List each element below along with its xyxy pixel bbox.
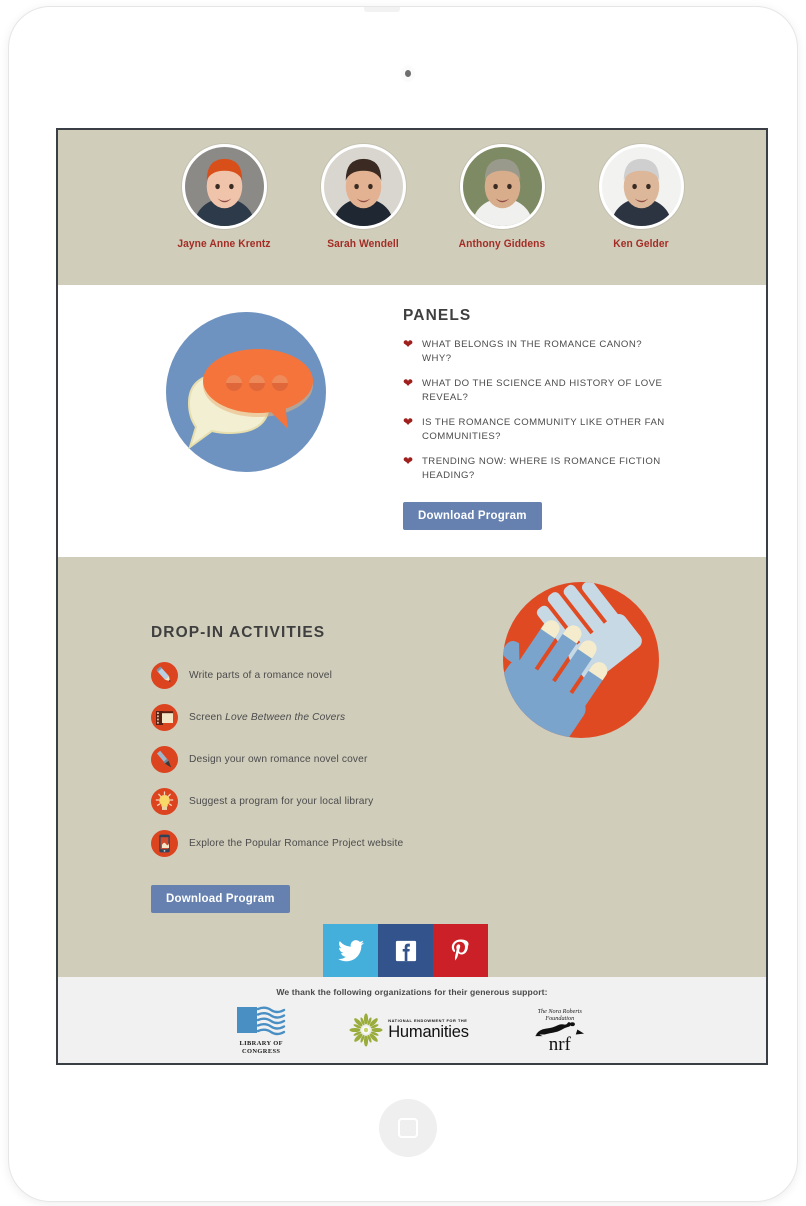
panels-list: ❤ WHAT BELONGS IN THE ROMANCE CANON? WHY?… xyxy=(403,338,733,483)
activity-label: Suggest a program for your local library xyxy=(189,795,374,807)
activity-label: Write parts of a romance novel xyxy=(189,669,333,681)
sponsor-nora-roberts-foundation[interactable]: The Nora Roberts Foundation nrf xyxy=(531,1007,589,1055)
panel-item-label: TRENDING NOW: WHERE IS ROMANCE FICTION H… xyxy=(422,456,661,481)
loc-line-2: CONGRESS xyxy=(242,1047,281,1055)
facebook-button[interactable] xyxy=(378,924,433,977)
tablet-frame: Jayne Anne Krentz Sarah Wendell Anthony Gi… xyxy=(8,6,798,1202)
activity-label: Design your own romance novel cover xyxy=(189,753,368,765)
activities-list: Write parts of a romance novel Screen Lov… xyxy=(151,654,481,864)
panel-item-label: WHAT BELONGS IN THE ROMANCE CANON? WHY? xyxy=(422,339,642,364)
portrait-photo xyxy=(601,147,681,226)
footer-thanks-text: We thank the following organizations for… xyxy=(276,987,548,997)
loc-line-1: LIBRARY OF xyxy=(239,1040,283,1047)
library-of-congress-logo xyxy=(237,1006,286,1036)
tablet-notch xyxy=(364,7,400,12)
panel-item-label: WHAT DO THE SCIENCE AND HISTORY OF LOVE … xyxy=(422,378,663,403)
activity-list-item[interactable]: Design your own romance novel cover xyxy=(151,738,481,780)
speaker-card[interactable]: Jayne Anne Krentz xyxy=(149,144,299,250)
panel-list-item[interactable]: ❤ WHAT BELONGS IN THE ROMANCE CANON? WHY? xyxy=(403,338,733,366)
nrf-mark: nrf xyxy=(548,1033,571,1055)
pencil-icon xyxy=(151,661,178,689)
helping-hands-illustration xyxy=(503,582,659,738)
neh-starburst-logo xyxy=(349,1013,383,1047)
nrf-line-1: The Nora Roberts xyxy=(537,1007,582,1015)
activity-list-item[interactable]: Suggest a program for your local library xyxy=(151,780,481,822)
speaker-card[interactable]: Ken Gelder xyxy=(566,144,716,250)
speech-bubbles-illustration xyxy=(166,312,326,472)
activities-title: DROP-IN ACTIVITIES xyxy=(151,624,326,641)
panel-item-label: IS THE ROMANCE COMMUNITY LIKE OTHER FAN … xyxy=(422,417,665,442)
facebook-icon xyxy=(395,940,416,961)
activity-list-item[interactable]: Screen Love Between the Covers xyxy=(151,696,481,738)
browser-screen: Jayne Anne Krentz Sarah Wendell Anthony Gi… xyxy=(56,128,768,1065)
heart-bullet-icon: ❤ xyxy=(403,454,414,468)
paintbrush-icon xyxy=(151,745,178,773)
speaker-name: Sarah Wendell xyxy=(327,238,399,250)
download-program-button-activities[interactable]: Download Program xyxy=(151,885,290,913)
camera-dot-icon xyxy=(401,65,415,82)
panel-list-item[interactable]: ❤ IS THE ROMANCE COMMUNITY LIKE OTHER FAN… xyxy=(403,416,733,444)
sponsor-library-of-congress[interactable]: LIBRARY OF CONGRESS xyxy=(235,1005,287,1055)
speaker-name: Anthony Giddens xyxy=(458,238,546,250)
speaker-name: Jayne Anne Krentz xyxy=(177,238,271,250)
heart-bullet-icon: ❤ xyxy=(403,415,414,429)
pinterest-icon xyxy=(451,939,469,960)
avatar xyxy=(181,144,267,229)
panels-section: PANELS ❤ WHAT BELONGS IN THE ROMANCE CANO… xyxy=(58,285,766,557)
panel-list-item[interactable]: ❤ WHAT DO THE SCIENCE AND HISTORY OF LOVE… xyxy=(403,377,733,405)
avatar xyxy=(459,144,545,229)
download-program-button-panels[interactable]: Download Program xyxy=(403,502,542,530)
panels-title: PANELS xyxy=(403,307,472,324)
twitter-icon xyxy=(337,939,364,961)
home-square-icon xyxy=(398,1118,418,1138)
footer: We thank the following organizations for… xyxy=(58,977,766,1063)
home-button[interactable] xyxy=(379,1099,437,1157)
portrait-photo xyxy=(462,147,542,226)
speaker-card[interactable]: Anthony Giddens xyxy=(427,144,577,250)
film-strip-icon xyxy=(151,703,178,731)
panel-list-item[interactable]: ❤ TRENDING NOW: WHERE IS ROMANCE FICTION … xyxy=(403,455,733,483)
sponsor-row: LIBRARY OF CONGRESS NATIONAL ENDOWMENT F… xyxy=(58,1005,766,1055)
speakers-strip: Jayne Anne Krentz Sarah Wendell Anthony Gi… xyxy=(58,130,766,285)
heart-bullet-icon: ❤ xyxy=(403,376,414,390)
activity-label: Explore the Popular Romance Project webs… xyxy=(189,837,404,849)
speaker-name: Ken Gelder xyxy=(613,238,669,250)
portrait-photo xyxy=(184,147,264,226)
mobile-phone-icon xyxy=(151,829,178,857)
pinterest-button[interactable] xyxy=(433,924,488,977)
twitter-button[interactable] xyxy=(323,924,378,977)
activity-list-item[interactable]: Write parts of a romance novel xyxy=(151,654,481,696)
panels-content: PANELS ❤ WHAT BELONGS IN THE ROMANCE CANO… xyxy=(403,307,733,530)
activities-section: DROP-IN ACTIVITIES Write parts of a roma… xyxy=(58,557,766,977)
nrf-line-2: Foundation xyxy=(545,1014,575,1022)
neh-big-text: Humanities xyxy=(388,1023,469,1042)
avatar xyxy=(598,144,684,229)
heart-bullet-icon: ❤ xyxy=(403,337,414,351)
activity-label: Screen Love Between the Covers xyxy=(189,711,346,723)
social-bar xyxy=(323,924,488,977)
activity-list-item[interactable]: Explore the Popular Romance Project webs… xyxy=(151,822,481,864)
speaker-card[interactable]: Sarah Wendell xyxy=(288,144,438,250)
lightbulb-icon xyxy=(151,787,178,815)
sponsor-neh[interactable]: NATIONAL ENDOWMENT FOR THE Humanities xyxy=(349,1013,469,1047)
portrait-photo xyxy=(323,147,403,226)
avatar xyxy=(320,144,406,229)
